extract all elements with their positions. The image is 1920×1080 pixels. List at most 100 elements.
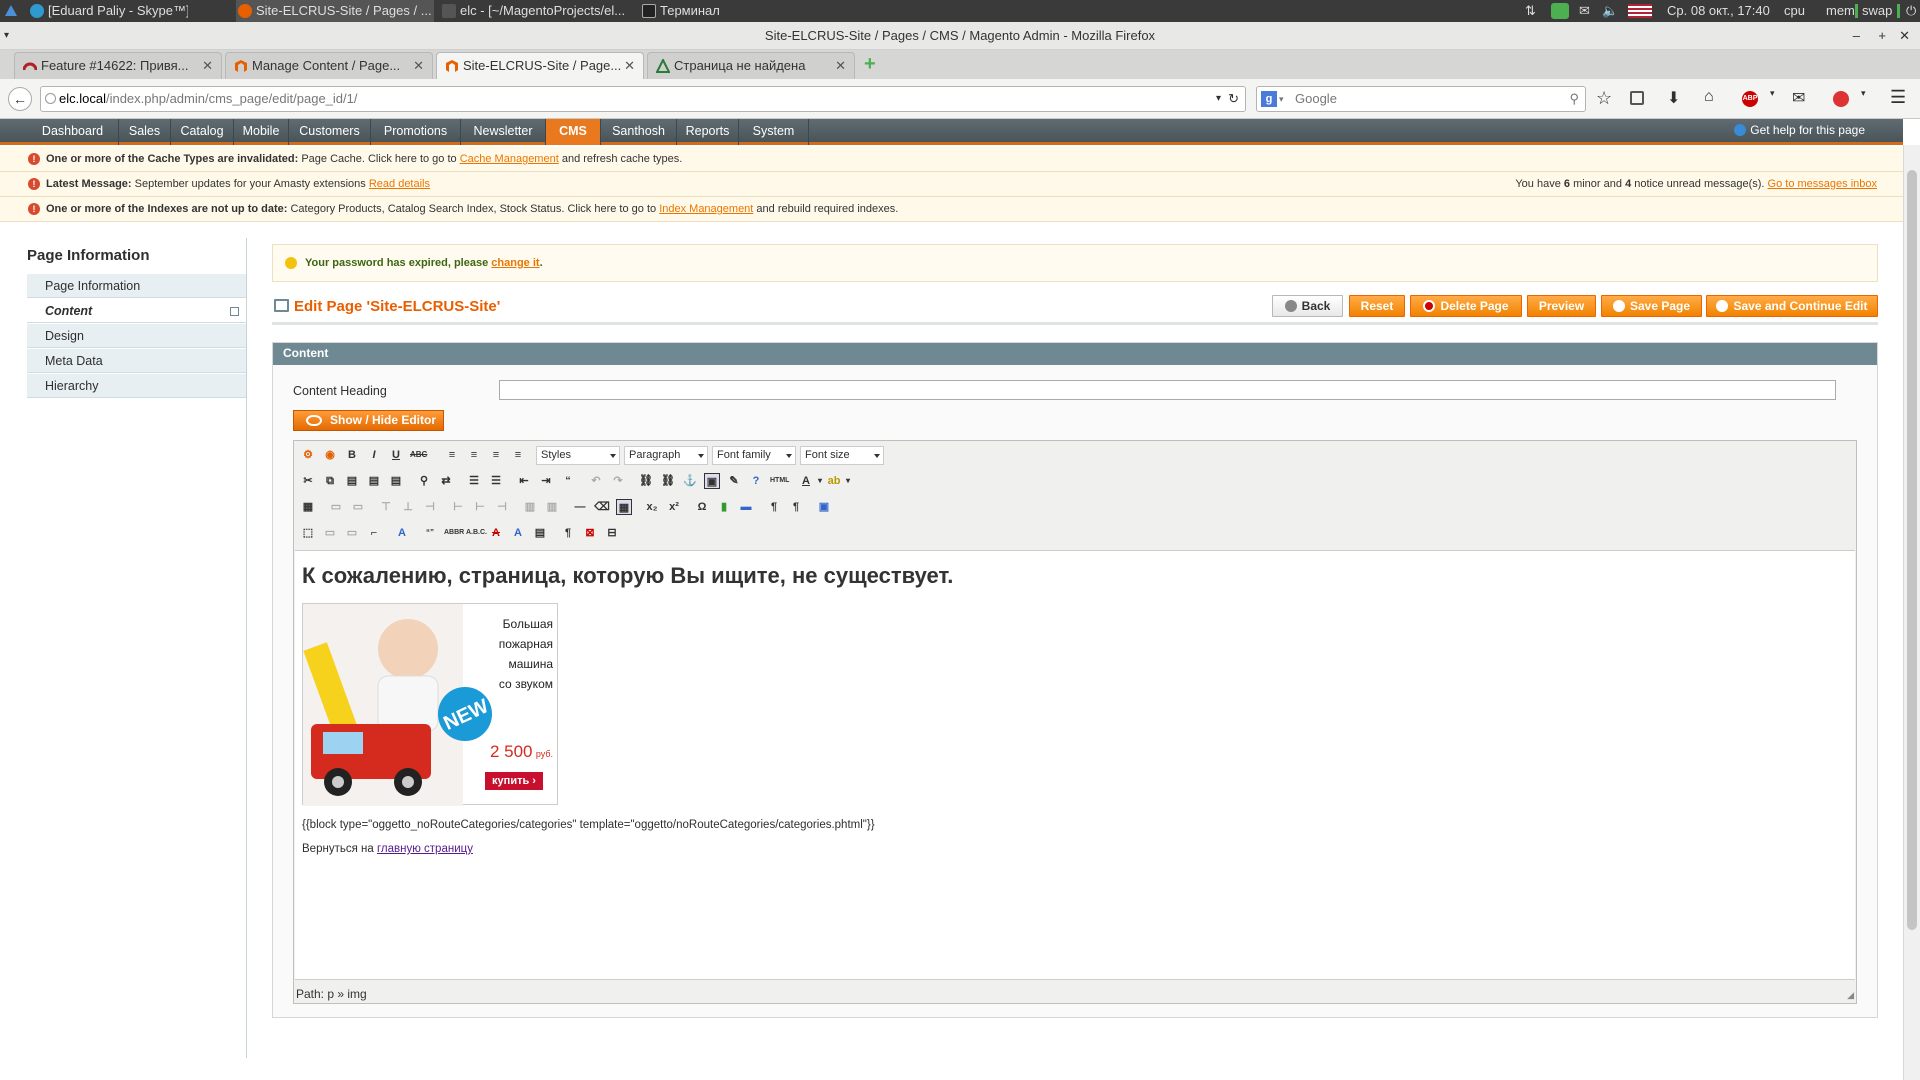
extension-icon[interactable] bbox=[1833, 91, 1849, 107]
bookmarks-list-icon[interactable] bbox=[1630, 91, 1644, 105]
close-tab-icon[interactable]: ✕ bbox=[835, 53, 846, 79]
editor-content-area[interactable]: К сожалению, страница, которую Вы ищите,… bbox=[295, 550, 1855, 980]
superscript-icon[interactable]: x² bbox=[666, 499, 682, 515]
close-window-icon[interactable]: ✕ bbox=[1899, 22, 1910, 50]
back-arrow-icon[interactable]: ← bbox=[8, 87, 32, 111]
paste-word-icon[interactable]: ▤ bbox=[388, 473, 404, 489]
reload-icon[interactable]: ↻ bbox=[1228, 87, 1239, 111]
window-menu-icon[interactable]: ▾ bbox=[4, 22, 9, 50]
outdent-icon[interactable]: ⇤ bbox=[516, 473, 532, 489]
reset-button[interactable]: Reset bbox=[1349, 295, 1405, 317]
remove-format-icon[interactable]: ⌫ bbox=[594, 499, 610, 515]
messages-inbox-link[interactable]: Go to messages inbox bbox=[1768, 178, 1877, 190]
nav-item-santhosh[interactable]: Santhosh bbox=[601, 119, 677, 145]
sidebar-item-hierarchy[interactable]: Hierarchy bbox=[27, 373, 247, 398]
ltr-icon[interactable]: ¶ bbox=[766, 499, 782, 515]
styles-select[interactable]: Styles bbox=[536, 446, 620, 465]
insert-row-after-icon[interactable]: ⊥ bbox=[400, 499, 416, 515]
cell-props-icon[interactable]: ▭ bbox=[350, 499, 366, 515]
numbered-list-icon[interactable]: ☰ bbox=[488, 473, 504, 489]
undo-icon[interactable]: ↶ bbox=[588, 473, 604, 489]
non-breaking-icon[interactable]: ⊠ bbox=[582, 525, 598, 541]
extension-dropdown-icon[interactable]: ▾ bbox=[1861, 88, 1866, 99]
bold-icon[interactable]: B bbox=[344, 447, 360, 463]
delete-col-icon[interactable]: ⊣ bbox=[494, 499, 510, 515]
menu-icon[interactable]: ☰ bbox=[1890, 87, 1906, 108]
nav-item-catalog[interactable]: Catalog bbox=[171, 119, 234, 145]
read-details-link[interactable]: Read details bbox=[369, 178, 430, 190]
link-icon[interactable]: ⛓ bbox=[638, 473, 654, 489]
merge-cells-icon[interactable]: ▥ bbox=[544, 499, 560, 515]
replace-icon[interactable]: ⇄ bbox=[438, 473, 454, 489]
rtl-icon[interactable]: ¶ bbox=[788, 499, 804, 515]
help-link[interactable]: Get help for this page bbox=[1734, 123, 1865, 137]
show-invisibles-icon[interactable]: ¶ bbox=[560, 525, 576, 541]
split-cells-icon[interactable]: ▥ bbox=[522, 499, 538, 515]
show-hide-editor-button[interactable]: Show / Hide Editor bbox=[293, 410, 444, 431]
adblock-dropdown-icon[interactable]: ▾ bbox=[1770, 88, 1775, 99]
search-bar[interactable]: g ▾ Google ⚲ bbox=[1256, 86, 1586, 112]
align-left-icon[interactable]: ≡ bbox=[444, 447, 460, 463]
nav-item-system[interactable]: System bbox=[739, 119, 809, 145]
page-scrollbar[interactable] bbox=[1903, 145, 1920, 1080]
page-break-icon[interactable]: ⊟ bbox=[604, 525, 620, 541]
power-icon[interactable]: ⏻ bbox=[1906, 0, 1916, 22]
nav-item-cms[interactable]: CMS bbox=[546, 119, 601, 145]
deletion-icon[interactable]: A bbox=[488, 525, 504, 541]
cut-icon[interactable]: ✂ bbox=[300, 473, 316, 489]
sidebar-item-design[interactable]: Design bbox=[27, 323, 247, 348]
close-tab-icon[interactable]: ✕ bbox=[202, 53, 213, 79]
font-size-select[interactable]: Font size bbox=[800, 446, 884, 465]
help-editor-icon[interactable]: ? bbox=[748, 473, 764, 489]
nav-item-newsletter[interactable]: Newsletter bbox=[461, 119, 546, 145]
home-icon[interactable]: ⌂ bbox=[1704, 88, 1714, 106]
network-icon[interactable]: ⇅ bbox=[1525, 0, 1536, 22]
image-icon[interactable]: ▣ bbox=[704, 473, 720, 489]
indent-icon[interactable]: ⇥ bbox=[538, 473, 554, 489]
taskbar-skype[interactable]: [Eduard Paliy - Skype™] bbox=[28, 0, 188, 22]
visual-aid-icon[interactable]: ▦ bbox=[616, 499, 632, 515]
underline-icon[interactable]: U bbox=[388, 447, 404, 463]
widget-icon[interactable]: ⚙ bbox=[300, 447, 316, 463]
acronym-icon[interactable]: A.B.C. bbox=[466, 525, 487, 541]
taskbar-ide[interactable]: elc - [~/MagentoProjects/el... bbox=[440, 0, 635, 22]
url-bar[interactable]: elc.local/index.php/admin/cms_page/edit/… bbox=[40, 86, 1246, 112]
italic-icon[interactable]: I bbox=[366, 447, 382, 463]
tab-edit-page[interactable]: Site-ELCRUS-Site / Page... ✕ bbox=[436, 52, 644, 79]
row-props-icon[interactable]: ▭ bbox=[328, 499, 344, 515]
keyboard-layout-flag-icon[interactable] bbox=[1628, 4, 1652, 18]
taskbar-terminal[interactable]: Терминал bbox=[640, 0, 770, 22]
bullet-list-icon[interactable]: ☰ bbox=[466, 473, 482, 489]
absolute-icon[interactable]: ⌐ bbox=[366, 525, 382, 541]
special-char-icon[interactable]: Ω bbox=[694, 499, 710, 515]
font-family-select[interactable]: Font family bbox=[712, 446, 796, 465]
delete-row-icon[interactable]: ⊣ bbox=[422, 499, 438, 515]
volume-icon[interactable]: 🔈 bbox=[1602, 0, 1618, 22]
close-tab-icon[interactable]: ✕ bbox=[624, 53, 635, 79]
nav-item-promotions[interactable]: Promotions bbox=[371, 119, 461, 145]
copy-icon[interactable]: ⧉ bbox=[322, 473, 338, 489]
promo-image[interactable]: NEW Большая пожарная машина со звуком 2 … bbox=[302, 603, 558, 806]
style-props-icon[interactable]: A bbox=[394, 525, 410, 541]
insert-row-before-icon[interactable]: ⊤ bbox=[378, 499, 394, 515]
insert-table-icon[interactable]: ▦ bbox=[300, 499, 316, 515]
os-menu-icon[interactable] bbox=[0, 0, 20, 22]
delete-page-button[interactable]: Delete Page bbox=[1410, 295, 1522, 317]
horizontal-rule-icon[interactable]: — bbox=[572, 499, 588, 515]
strikethrough-icon[interactable]: ABC bbox=[410, 447, 427, 463]
align-center-icon[interactable]: ≡ bbox=[466, 447, 482, 463]
clock[interactable]: Ср. 08 окт., 17:40 bbox=[1667, 0, 1770, 22]
cleanup-icon[interactable]: ✎ bbox=[726, 473, 742, 489]
redo-icon[interactable]: ↷ bbox=[610, 473, 626, 489]
abbr-icon[interactable]: ABBR bbox=[444, 525, 464, 541]
engine-dropdown-icon[interactable]: ▾ bbox=[1279, 87, 1284, 111]
search-icon[interactable]: ⚲ bbox=[1569, 87, 1579, 111]
sidebar-item-content[interactable]: Content bbox=[27, 298, 247, 323]
insertion-icon[interactable]: A bbox=[510, 525, 526, 541]
mail-icon[interactable]: ✉ bbox=[1579, 0, 1590, 22]
nav-item-customers[interactable]: Customers bbox=[289, 119, 371, 145]
back-button[interactable]: Back bbox=[1272, 295, 1343, 317]
adblock-icon[interactable]: ABP bbox=[1742, 91, 1758, 107]
index-management-link[interactable]: Index Management bbox=[659, 203, 753, 215]
nav-item-mobile[interactable]: Mobile bbox=[234, 119, 289, 145]
